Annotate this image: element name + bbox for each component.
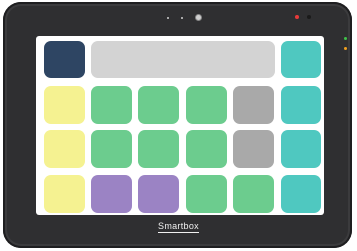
- brand-label: Smartbox: [158, 221, 199, 233]
- grid-cell-green[interactable]: [91, 86, 132, 124]
- grid-cell-teal[interactable]: [281, 41, 321, 78]
- grid-cell-yellow[interactable]: [44, 130, 85, 168]
- brand-logo: Smartbox: [0, 221, 357, 233]
- green-indicator-light: [344, 37, 347, 40]
- grid-cell-green[interactable]: [91, 130, 132, 168]
- orange-indicator-light: [344, 47, 347, 50]
- grid-cell-purple[interactable]: [138, 175, 179, 213]
- grid-cell-purple[interactable]: [91, 175, 132, 213]
- message-bar[interactable]: [91, 41, 275, 78]
- grid-cell-teal[interactable]: [281, 130, 321, 168]
- grid-cell-yellow[interactable]: [44, 86, 85, 124]
- sensor-dot-right: [181, 17, 183, 19]
- red-indicator-light: [295, 15, 299, 19]
- camera-icon: [195, 14, 202, 21]
- grid-cell-gray[interactable]: [233, 130, 274, 168]
- screen: [36, 36, 324, 215]
- grid-cell-gray[interactable]: [233, 86, 274, 124]
- sensor-dot-left: [167, 17, 169, 19]
- grid-cell-green[interactable]: [233, 175, 274, 213]
- grid-cell-green[interactable]: [138, 130, 179, 168]
- grid-cell-yellow[interactable]: [44, 175, 85, 213]
- message-window-cell[interactable]: [44, 41, 85, 78]
- grid-cell-green[interactable]: [186, 175, 227, 213]
- grid-cell-teal[interactable]: [281, 86, 321, 124]
- grid-cell-green[interactable]: [138, 86, 179, 124]
- black-indicator-light: [307, 15, 311, 19]
- grid-cell-green[interactable]: [186, 130, 227, 168]
- grid-cell-teal[interactable]: [281, 175, 321, 213]
- grid-cell-green[interactable]: [186, 86, 227, 124]
